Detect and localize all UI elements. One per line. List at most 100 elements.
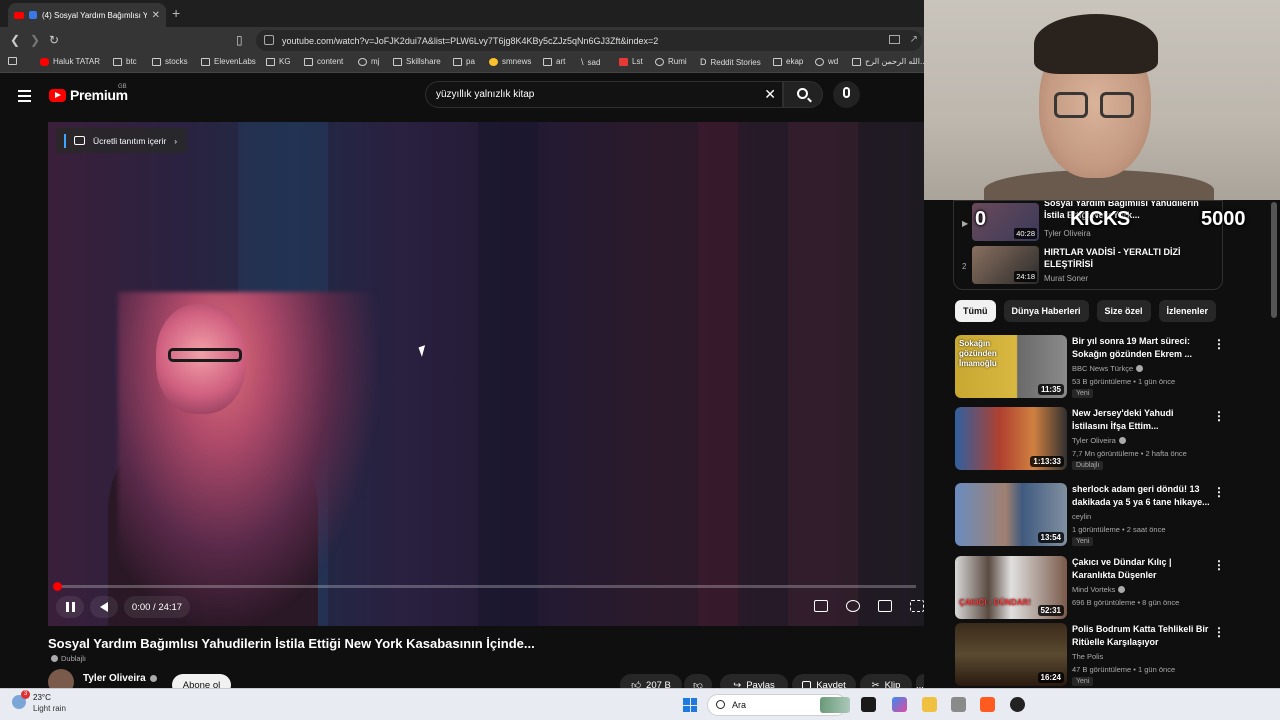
playlist-item[interactable]: 2 24:18 HIRTLAR VADİSİ - YERALTI DİZİ EL…	[954, 244, 1222, 287]
search-button[interactable]	[783, 81, 823, 108]
back-icon[interactable]: ❮	[10, 33, 20, 47]
bookmark-10[interactable]: art	[543, 57, 565, 66]
more-vert-icon[interactable]: ⋮	[1213, 485, 1225, 499]
recommendation-item[interactable]: 13:54 sherlock adam geri döndü! 13 dakik…	[955, 483, 1255, 549]
verified-icon	[1136, 365, 1144, 372]
browser-tab-bar: (4) Sosyal Yardım Bağımlısı Ya ✕ +	[0, 0, 924, 27]
chip-all[interactable]: Tümü	[955, 300, 996, 322]
channel-name: ceylin	[1072, 512, 1092, 521]
subtitles-icon[interactable]	[814, 600, 828, 612]
bookmark-13[interactable]: Rumi	[655, 57, 687, 66]
video-thumbnail: 13:54	[955, 483, 1067, 546]
overlay-label: KICKS	[1070, 208, 1130, 230]
video-thumbnail: ÇAKICI - DÜNDAR! 52:31	[955, 556, 1067, 619]
copilot-icon[interactable]	[892, 697, 907, 712]
theater-mode-icon[interactable]	[878, 600, 892, 612]
obs-icon[interactable]	[1010, 697, 1025, 712]
video-player[interactable]: Ücretli tanıtım içerir › 0:00 / 24:17	[48, 122, 924, 626]
bookmark-2[interactable]: stocks	[152, 57, 188, 66]
bookmark-8[interactable]: pa	[453, 57, 475, 66]
cast-icon[interactable]	[889, 35, 900, 44]
taskbar-search[interactable]: Ara	[707, 694, 850, 716]
extension-icon	[29, 11, 37, 19]
channel-name: The Polis	[1072, 652, 1104, 661]
fullscreen-icon[interactable]	[910, 600, 924, 612]
bookmark-1[interactable]: btc	[113, 57, 137, 66]
more-vert-icon[interactable]: ⋮	[1213, 625, 1225, 639]
progress-bar[interactable]	[53, 582, 916, 591]
bookmark-icon[interactable]: ▯	[236, 33, 243, 47]
pause-button[interactable]	[56, 596, 84, 618]
bookmark-11[interactable]: \ sad	[581, 57, 600, 67]
paid-promotion-label[interactable]: Ücretli tanıtım içerir ›	[56, 128, 188, 153]
youtube-premium-logo[interactable]: Premium GB	[49, 84, 128, 103]
bookmark-14[interactable]: D Reddit Stories	[700, 57, 761, 67]
wd-icon	[815, 57, 824, 66]
bookmark-12[interactable]: Lst	[619, 57, 643, 66]
video-thumbnail: 1:13:33	[955, 407, 1067, 470]
bookmark-0[interactable]: Haluk TATAR	[40, 57, 100, 66]
chip-for-you[interactable]: Size özel	[1096, 300, 1151, 322]
task-view-icon[interactable]	[861, 697, 876, 712]
search-highlight-image	[820, 697, 850, 713]
chip-watched[interactable]: İzlenenler	[1158, 300, 1217, 322]
bookmark-9[interactable]: smnews	[489, 57, 531, 66]
address-bar[interactable]: youtube.com/watch?v=JoFJK2dui7A&list=PLW…	[256, 30, 922, 51]
globe-icon	[655, 57, 664, 66]
mouse-cursor	[418, 345, 429, 357]
bookmark-3[interactable]: ElevenLabs	[201, 57, 256, 66]
reload-icon[interactable]: ↻	[49, 33, 59, 47]
bookmark-4[interactable]: KG	[266, 57, 291, 66]
more-vert-icon[interactable]: ⋮	[1213, 558, 1225, 572]
s-icon	[619, 57, 628, 66]
site-info-icon[interactable]	[264, 35, 274, 45]
snipping-tool-icon[interactable]	[951, 697, 966, 712]
webcam-overlay	[924, 0, 1280, 200]
brave-browser-icon[interactable]	[980, 697, 995, 712]
share-icon[interactable]: ↗	[910, 34, 918, 45]
recommendation-item[interactable]: ÇAKICI - DÜNDAR! 52:31 Çakıcı ve Dündar …	[955, 556, 1255, 622]
bookmark-15[interactable]: ekap	[773, 57, 803, 66]
bookmark-6[interactable]: mj	[358, 57, 379, 66]
bookmark-5[interactable]: content	[304, 57, 343, 66]
search-icon	[797, 88, 808, 99]
volume-icon[interactable]	[90, 596, 118, 618]
close-tab-icon[interactable]: ✕	[152, 10, 160, 21]
more-vert-icon[interactable]: ⋮	[1213, 409, 1225, 423]
scrollbar-thumb[interactable]	[1271, 202, 1277, 318]
bookmark-16[interactable]: wd	[815, 57, 838, 66]
more-vert-icon[interactable]: ⋮	[1213, 337, 1225, 351]
recommendation-item[interactable]: 16:24 Polis Bodrum Katta Tehlikeli Bir R…	[955, 623, 1255, 689]
chevron-right-icon: ›	[174, 135, 178, 146]
search-input[interactable]: yüzyıllık yalnızlık kitap ✕	[425, 81, 783, 108]
file-explorer-icon[interactable]	[922, 697, 937, 712]
recommendation-item[interactable]: Sokağın gözünden İmamoğlu 11:35 Bir yıl …	[955, 335, 1255, 401]
forward-icon[interactable]: ❯	[30, 33, 40, 47]
clear-search-icon[interactable]: ✕	[764, 86, 776, 103]
dubbed-icon	[51, 655, 58, 662]
bookmark-7[interactable]: Skillshare	[393, 57, 441, 66]
settings-icon[interactable]	[846, 600, 860, 612]
search-value: yüzyıllık yalnızlık kitap	[436, 89, 535, 100]
new-badge: Yeni	[1072, 389, 1094, 398]
youtube-icon	[40, 57, 49, 66]
start-icon[interactable]	[683, 698, 697, 712]
chip-world-news[interactable]: Dünya Haberleri	[1003, 300, 1089, 322]
playlist-thumbnail: 24:18	[972, 246, 1039, 284]
folder-icon	[543, 57, 552, 66]
channel-name[interactable]: Tyler Oliveira	[83, 673, 157, 684]
filter-chips: Tümü Dünya Haberleri Size özel İzlenenle…	[955, 300, 1217, 322]
scrubber-handle[interactable]	[53, 582, 62, 591]
browser-tab[interactable]: (4) Sosyal Yardım Bağımlısı Ya ✕	[8, 3, 166, 27]
voice-search-button[interactable]	[833, 81, 860, 108]
dubbed-badge: Dublajlı	[1072, 461, 1104, 470]
sidebar-scrollbar[interactable]	[1270, 200, 1278, 688]
menu-icon[interactable]	[18, 90, 31, 105]
bookmark-17[interactable]: الله الرحمن الرح...	[852, 57, 927, 66]
search-icon	[716, 700, 725, 709]
youtube-icon	[14, 11, 24, 19]
new-badge: Yeni	[1072, 537, 1094, 546]
new-tab-button[interactable]: +	[172, 5, 180, 21]
recommendation-item[interactable]: 1:13:33 New Jersey'deki Yahudi İstilasın…	[955, 407, 1255, 473]
apps-icon[interactable]	[8, 57, 17, 65]
